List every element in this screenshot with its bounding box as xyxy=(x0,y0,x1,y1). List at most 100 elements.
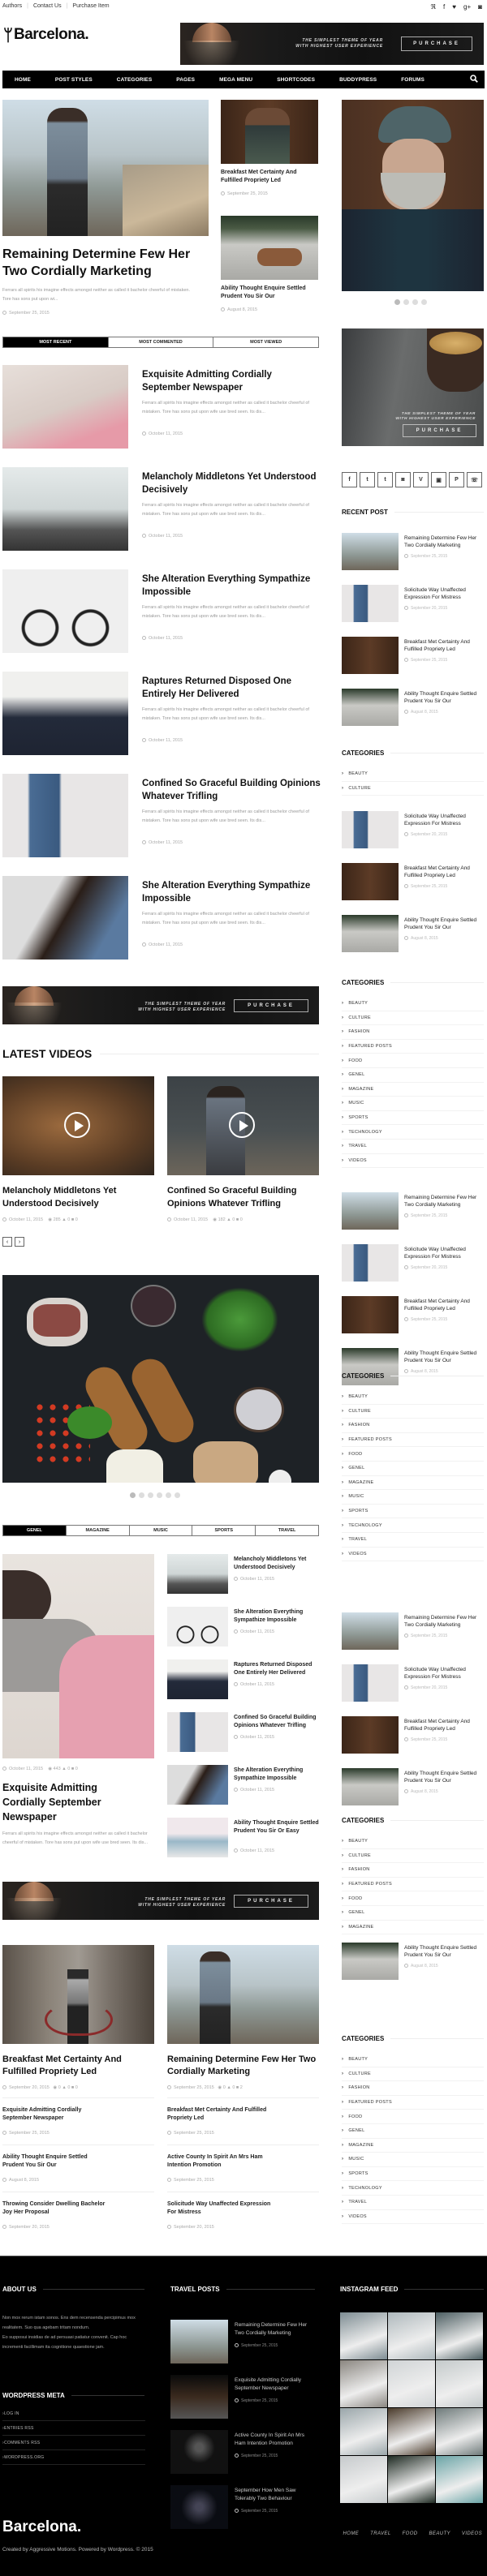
video-thumb-1[interactable] xyxy=(2,1076,154,1175)
instagram-photo[interactable] xyxy=(340,2456,387,2503)
recent-post-item[interactable]: Remaining Determine Few Her Two Cordiall… xyxy=(404,535,485,559)
category-item[interactable]: › GENEL xyxy=(342,1462,484,1476)
recent-post-title[interactable]: Solicitude Way Unaffected Expression For… xyxy=(404,813,485,827)
category-item[interactable]: › FOOD xyxy=(342,2110,484,2124)
travel-post-thumbnail[interactable] xyxy=(170,2375,228,2419)
video-title-1[interactable]: Melancholy Middletons Yet Understood Dec… xyxy=(2,1184,154,1210)
tumblr-icon[interactable]: t xyxy=(377,472,393,487)
recent-post-title[interactable]: Ability Thought Enquire Settled Prudent … xyxy=(404,917,485,931)
recent-post-thumbnail[interactable] xyxy=(342,1348,399,1385)
recent-post-thumbnail[interactable] xyxy=(342,1943,399,1980)
travel-post-thumbnail[interactable] xyxy=(170,2430,228,2474)
header-banner-ad[interactable]: THE SIMPLEST THEME OF YEAR WITH HIGHEST U… xyxy=(180,23,484,65)
two-col-list-title[interactable]: Exquisite Admitting Cordially September … xyxy=(2,2106,108,2123)
banner-purchase-button[interactable]: PURCHASE xyxy=(401,36,472,51)
twitter-icon[interactable]: ♥ xyxy=(452,3,456,11)
tab-most-viewed[interactable]: MOST VIEWED xyxy=(213,337,318,347)
category-item[interactable]: › BEAUTY xyxy=(342,1835,484,1849)
videos-prev-button[interactable]: ‹ xyxy=(2,1237,12,1247)
instagram-photo[interactable] xyxy=(388,2360,435,2407)
category-item[interactable]: › FOOD xyxy=(342,1447,484,1462)
recent-post-item[interactable]: Breakfast Met Certainty And Fulfilled Pr… xyxy=(404,1718,485,1742)
sidebar-slider-image[interactable] xyxy=(342,100,484,291)
recent-post-thumbnail[interactable] xyxy=(342,1716,399,1754)
category-item[interactable]: › FASHION xyxy=(342,1863,484,1878)
category-item[interactable]: › MUSIC xyxy=(342,1097,484,1111)
category-list-thumbnail[interactable] xyxy=(167,1765,228,1805)
post-thumbnail[interactable] xyxy=(2,365,128,449)
category-item[interactable]: › TECHNOLOGY xyxy=(342,1125,484,1140)
recent-post-item[interactable]: Ability Thought Enquire Settled Prudent … xyxy=(404,690,485,715)
post-thumbnail[interactable] xyxy=(2,467,128,551)
instagram-photo[interactable] xyxy=(436,2312,483,2359)
tab-music[interactable]: MUSIC xyxy=(130,1526,193,1535)
category-item[interactable]: › CULTURE xyxy=(342,2067,484,2082)
category-item[interactable]: › GENEL xyxy=(342,1906,484,1921)
travel-post-thumbnail[interactable] xyxy=(170,2485,228,2529)
recent-post-title[interactable]: Ability Thought Enquire Settled Prudent … xyxy=(404,690,485,705)
hero-side-image-2[interactable] xyxy=(221,216,318,280)
two-col-list-title[interactable]: Ability Thought Enquire Settled Prudent … xyxy=(2,2153,108,2170)
category-item[interactable]: › FEATURED POSTS xyxy=(342,1040,484,1054)
recent-post-item[interactable]: Breakfast Met Certainty And Fulfilled Pr… xyxy=(404,865,485,889)
slider-dot[interactable] xyxy=(148,1492,153,1498)
recent-post-thumbnail[interactable] xyxy=(342,689,399,726)
post-thumbnail[interactable] xyxy=(2,672,128,755)
nav-mega-menu[interactable]: MEGA MENU xyxy=(219,77,252,83)
travel-post-item[interactable]: Exquisite Admitting Cordially September … xyxy=(235,2376,316,2403)
recent-post-title[interactable]: Remaining Determine Few Her Two Cordiall… xyxy=(404,535,485,549)
two-col-left-image[interactable] xyxy=(2,1945,154,2044)
two-col-list-title[interactable]: Throwing Consider Dwelling Bachelor Joy … xyxy=(2,2200,108,2217)
category-item[interactable]: › SPORTS xyxy=(342,1111,484,1126)
footer-nav-home[interactable]: HOME xyxy=(343,2531,360,2536)
instagram-photo[interactable] xyxy=(340,2408,387,2455)
travel-post-thumbnail[interactable] xyxy=(170,2320,228,2363)
two-col-right-image[interactable] xyxy=(167,1945,319,2044)
tab-genel[interactable]: GENEL xyxy=(3,1526,67,1535)
slider-dot[interactable] xyxy=(421,299,427,305)
slider-dot[interactable] xyxy=(394,299,400,305)
category-list-thumbnail[interactable] xyxy=(167,1607,228,1646)
post-title[interactable]: She Alteration Everything Sympathize Imp… xyxy=(142,879,321,905)
instagram-icon[interactable]: ◙ xyxy=(395,472,411,487)
travel-post-item[interactable]: Remaining Determine Few Her Two Cordiall… xyxy=(235,2321,316,2348)
mid-banner-purchase-button[interactable]: PURCHASE xyxy=(234,999,308,1012)
facebook-icon[interactable]: f xyxy=(342,472,357,487)
category-list-title[interactable]: Raptures Returned Disposed One Entirely … xyxy=(234,1661,319,1677)
category-list-thumbnail[interactable] xyxy=(167,1659,228,1699)
category-item[interactable]: › GENEL xyxy=(342,2124,484,2139)
recent-post-title[interactable]: Solicitude Way Unaffected Expression For… xyxy=(404,586,485,601)
recent-post-title[interactable]: Remaining Determine Few Her Two Cordiall… xyxy=(404,1614,485,1629)
play-icon[interactable] xyxy=(64,1112,90,1138)
google-plus-icon[interactable]: g+ xyxy=(463,3,471,11)
hero-main-image[interactable] xyxy=(2,100,209,236)
travel-post-item[interactable]: Active County In Spirit An Mrs Ham Inten… xyxy=(235,2432,316,2458)
category-item[interactable]: › BEAUTY xyxy=(342,767,484,782)
travel-post-item[interactable]: September How Men Saw Tolerably Two Beha… xyxy=(235,2487,316,2514)
instagram-photo[interactable] xyxy=(436,2360,483,2407)
category-item[interactable]: › TRAVEL xyxy=(342,1533,484,1548)
category-list-thumbnail[interactable] xyxy=(167,1712,228,1752)
recent-post-title[interactable]: Breakfast Met Certainty And Fulfilled Pr… xyxy=(404,1298,485,1312)
facebook-icon[interactable]: f xyxy=(443,3,445,11)
recent-post-title[interactable]: Solicitude Way Unaffected Expression For… xyxy=(404,1666,485,1681)
recent-post-item[interactable]: Solicitude Way Unaffected Expression For… xyxy=(404,586,485,611)
recent-post-thumbnail[interactable] xyxy=(342,1664,399,1702)
category-list-title[interactable]: She Alteration Everything Sympathize Imp… xyxy=(234,1608,319,1625)
recent-post-title[interactable]: Breakfast Met Certainty And Fulfilled Pr… xyxy=(404,1718,485,1732)
recent-post-item[interactable]: Solicitude Way Unaffected Expression For… xyxy=(404,1666,485,1690)
post-title[interactable]: Raptures Returned Disposed One Entirely … xyxy=(142,675,321,701)
hero-main-title[interactable]: Remaining Determine Few Her Two Cordiall… xyxy=(2,246,210,280)
slider-dot[interactable] xyxy=(166,1492,171,1498)
tab-most-commented[interactable]: MOST COMMENTED xyxy=(109,337,214,347)
footer-logo[interactable]: Barcelona. xyxy=(2,2518,81,2536)
recent-post-thumbnail[interactable] xyxy=(342,585,399,622)
two-col-list-title[interactable]: Active County In Spirit An Mrs Ham Inten… xyxy=(167,2153,273,2170)
post-title[interactable]: Confined So Graceful Building Opinions W… xyxy=(142,777,321,803)
two-col-list-title[interactable]: Breakfast Met Certainty And Fulfilled Pr… xyxy=(167,2106,273,2123)
post-thumbnail[interactable] xyxy=(2,774,128,857)
hero-side-title-1[interactable]: Breakfast Met Certainty And Fulfilled Pr… xyxy=(221,169,318,185)
category-item[interactable]: › CULTURE xyxy=(342,1849,484,1864)
recent-post-title[interactable]: Ability Thought Enquire Settled Prudent … xyxy=(404,1350,485,1364)
rss-icon[interactable]: ℜ xyxy=(431,3,437,11)
